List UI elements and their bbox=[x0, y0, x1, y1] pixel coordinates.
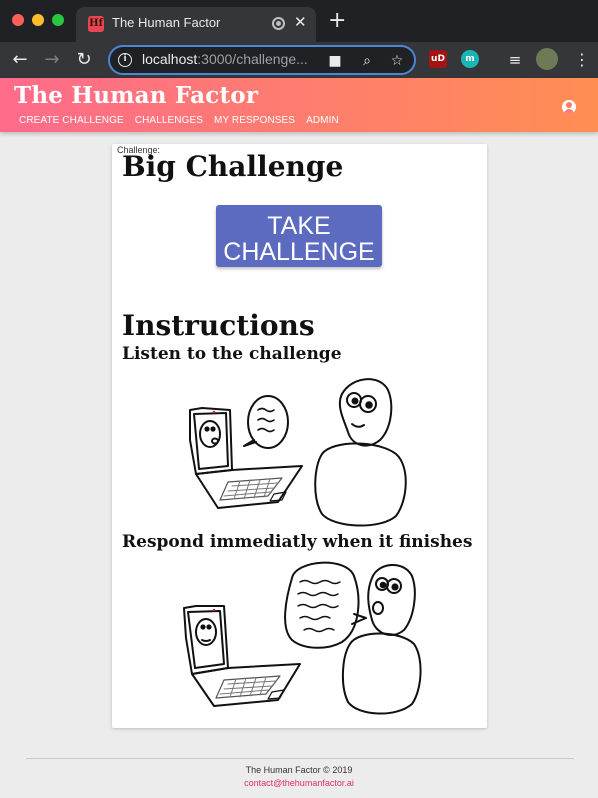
browser-toolbar: ← → ↻ i localhost:3000/challenge... ■ ⌕ … bbox=[0, 42, 598, 78]
step-respond-heading: Respond immediatly when it finishes bbox=[122, 532, 473, 552]
favicon-icon: Hf bbox=[88, 16, 104, 32]
ublock-extension-icon[interactable]: uD bbox=[429, 50, 447, 68]
footer-copyright: The Human Factor © 2019 bbox=[245, 765, 353, 775]
close-window-button[interactable] bbox=[12, 14, 24, 26]
reload-icon[interactable]: ↻ bbox=[72, 48, 96, 72]
new-tab-button[interactable]: + bbox=[328, 10, 346, 32]
media-control-icon[interactable]: ≡ bbox=[503, 48, 527, 72]
recording-icon bbox=[272, 17, 285, 30]
window-controls bbox=[12, 14, 64, 26]
profile-avatar[interactable] bbox=[536, 48, 558, 70]
nav-challenges[interactable]: CHALLENGES bbox=[135, 115, 203, 126]
main-nav: CREATE CHALLENGE CHALLENGES MY RESPONSES… bbox=[19, 115, 339, 126]
app-header: The Human Factor CREATE CHALLENGE CHALLE… bbox=[0, 78, 598, 132]
back-icon[interactable]: ← bbox=[8, 48, 32, 72]
tab-title: The Human Factor bbox=[112, 15, 221, 30]
url-text: localhost:3000/challenge... bbox=[142, 51, 308, 67]
instructions-heading: Instructions bbox=[122, 309, 315, 342]
camera-icon[interactable]: ■ bbox=[326, 52, 344, 70]
challenge-card: Challenge: Big Challenge TAKE CHALLENGE … bbox=[112, 144, 487, 728]
zoom-icon[interactable]: ⌕ bbox=[358, 52, 376, 70]
account-icon[interactable] bbox=[562, 100, 576, 114]
browser-tab-bar: Hf The Human Factor ✕ + bbox=[0, 0, 598, 42]
minimize-window-button[interactable] bbox=[32, 14, 44, 26]
extension-m-icon[interactable]: m bbox=[461, 50, 479, 68]
tab-close-icon[interactable]: ✕ bbox=[294, 13, 307, 31]
app-brand[interactable]: The Human Factor bbox=[14, 82, 258, 109]
take-challenge-button[interactable]: TAKE CHALLENGE bbox=[216, 205, 382, 267]
maximize-window-button[interactable] bbox=[52, 14, 64, 26]
browser-menu-icon[interactable]: ⋮ bbox=[574, 48, 590, 72]
step-listen-heading: Listen to the challenge bbox=[122, 344, 342, 364]
address-bar[interactable]: i localhost:3000/challenge... ■ ⌕ ☆ bbox=[108, 45, 416, 75]
nav-create-challenge[interactable]: CREATE CHALLENGE bbox=[19, 115, 124, 126]
forward-icon[interactable]: → bbox=[40, 48, 64, 72]
listen-illustration bbox=[189, 378, 407, 527]
respond-illustration bbox=[183, 561, 422, 715]
challenge-title: Big Challenge bbox=[122, 150, 344, 183]
nav-admin[interactable]: ADMIN bbox=[306, 115, 339, 126]
footer-email-link[interactable]: contact@thehumanfactor.ai bbox=[0, 778, 598, 788]
nav-my-responses[interactable]: MY RESPONSES bbox=[214, 115, 295, 126]
bookmark-star-icon[interactable]: ☆ bbox=[388, 52, 406, 70]
footer-divider bbox=[26, 758, 574, 759]
site-info-icon[interactable]: i bbox=[118, 53, 132, 67]
browser-tab[interactable]: Hf The Human Factor ✕ bbox=[76, 7, 316, 42]
